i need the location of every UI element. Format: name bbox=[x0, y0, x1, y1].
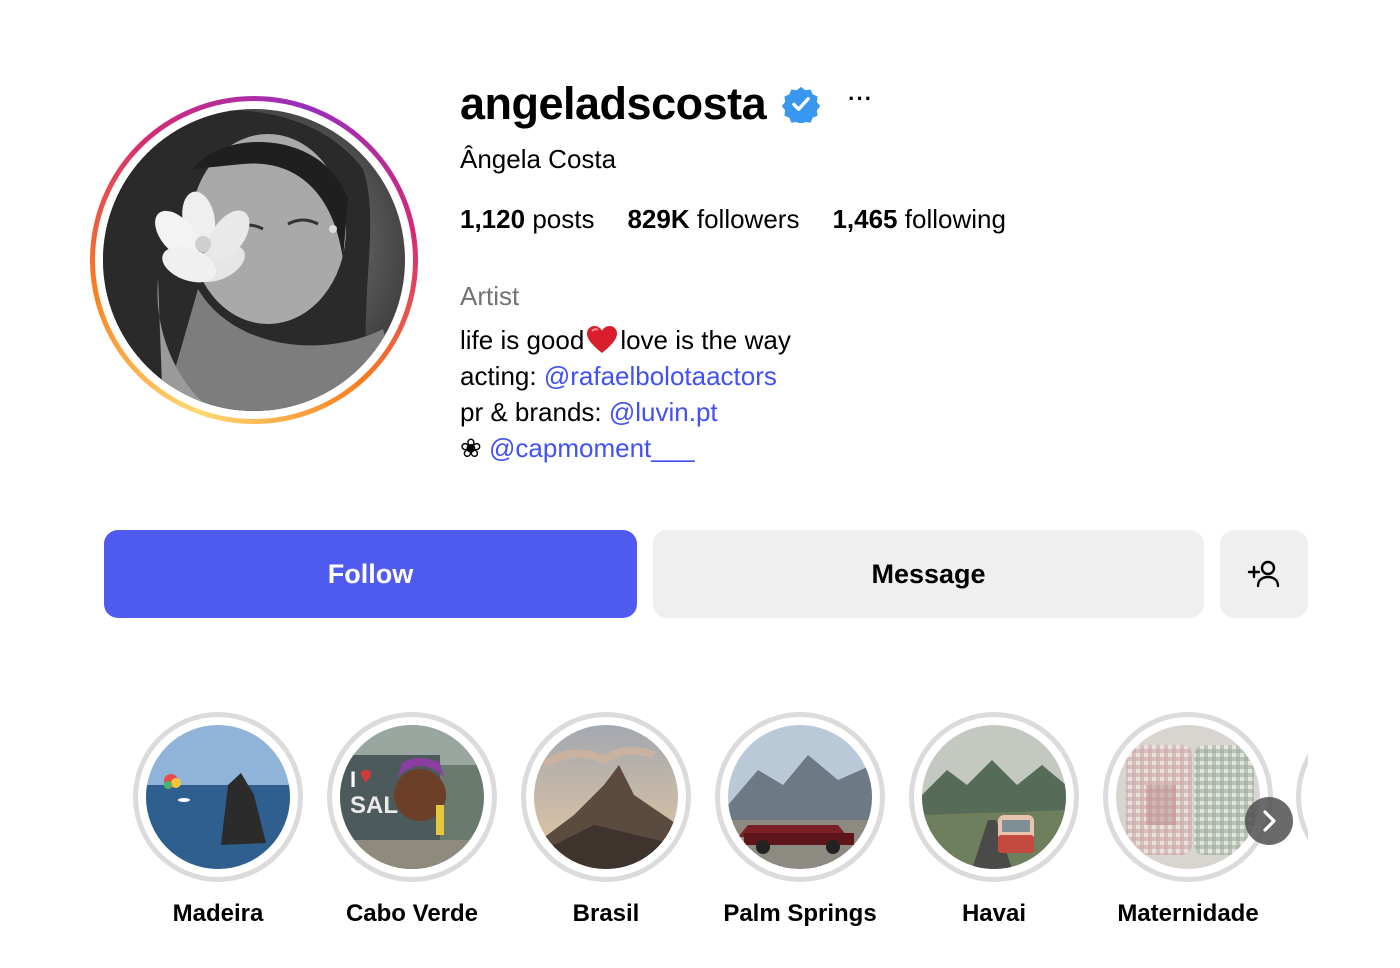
highlight-gap: I SAL bbox=[332, 717, 492, 877]
bio-line-2: acting: @rafaelbolotaactors bbox=[460, 358, 791, 394]
follow-button[interactable]: Follow bbox=[104, 530, 637, 618]
message-button[interactable]: Message bbox=[653, 530, 1204, 618]
highlight-ring: I SAL bbox=[327, 712, 497, 882]
highlight-cover bbox=[534, 725, 678, 869]
posts-label: posts bbox=[532, 204, 595, 234]
svg-text:I: I bbox=[350, 767, 356, 792]
profile-avatar-ring[interactable] bbox=[90, 96, 418, 424]
highlight-label: Havai bbox=[961, 900, 1027, 927]
highlight-gap bbox=[1108, 717, 1268, 877]
mention-link[interactable]: @capmoment___ bbox=[489, 433, 695, 463]
followers-stat[interactable]: 829K followers bbox=[627, 204, 799, 235]
svg-text:SAL: SAL bbox=[350, 792, 398, 819]
bio-text: ❀ bbox=[460, 433, 490, 463]
following-stat[interactable]: 1,465 following bbox=[832, 204, 1005, 235]
chevron-right-icon bbox=[1263, 810, 1276, 832]
posts-count: 1,120 bbox=[460, 204, 526, 234]
profile-bio: life is good love is the way acting: @raf… bbox=[460, 322, 791, 466]
highlight-ring bbox=[521, 712, 691, 882]
profile-category: Artist bbox=[460, 281, 520, 311]
add-person-icon bbox=[1247, 560, 1280, 588]
bio-text: acting: bbox=[460, 361, 544, 391]
mention-link[interactable]: @rafaelbolotaactors bbox=[544, 361, 777, 391]
following-label: following bbox=[904, 204, 1006, 234]
highlight-gap bbox=[914, 717, 1074, 877]
highlight-label: Cabo Verde bbox=[345, 900, 479, 927]
avatar-gap bbox=[95, 101, 413, 419]
more-options-icon[interactable]: ··· bbox=[848, 88, 873, 120]
highlight-label: Madeira bbox=[172, 900, 264, 927]
followers-label: followers bbox=[696, 204, 800, 234]
next-highlights-button[interactable] bbox=[1245, 797, 1293, 845]
followers-count: 829K bbox=[627, 204, 690, 234]
highlight-ring bbox=[1296, 712, 1308, 882]
highlight-label: Maternidade bbox=[1117, 900, 1259, 927]
bio-text: pr & brands: bbox=[460, 397, 609, 427]
highlight-cover bbox=[922, 725, 1066, 869]
red-heart-icon bbox=[587, 326, 618, 353]
bio-text: love is the way bbox=[620, 325, 791, 355]
highlight-label: Brasil bbox=[572, 900, 640, 927]
verified-badge-icon bbox=[782, 86, 821, 123]
highlight-cover bbox=[1116, 725, 1260, 869]
mention-link[interactable]: @luvin.pt bbox=[609, 397, 718, 427]
username-row: angeladscosta ··· bbox=[460, 76, 873, 132]
highlight-gap bbox=[526, 717, 686, 877]
bio-line-1: life is good love is the way bbox=[460, 322, 791, 358]
posts-stat[interactable]: 1,120 posts bbox=[460, 204, 594, 235]
profile-stats: 1,120 posts 829K followers 1,465 followi… bbox=[460, 204, 1039, 235]
highlight-ring bbox=[133, 712, 303, 882]
highlight-gap bbox=[720, 717, 880, 877]
full-name: Ângela Costa bbox=[460, 144, 617, 174]
highlight-label: Palm Springs bbox=[723, 900, 877, 927]
following-count: 1,465 bbox=[832, 204, 898, 234]
highlight-ring bbox=[909, 712, 1079, 882]
highlight-cover bbox=[146, 725, 290, 869]
username: angeladscosta bbox=[460, 78, 767, 129]
highlight-gap bbox=[138, 717, 298, 877]
highlight-cover: I SAL bbox=[340, 725, 484, 869]
profile-avatar[interactable] bbox=[103, 109, 405, 411]
highlight-cover bbox=[728, 725, 872, 869]
bio-line-3: pr & brands: @luvin.pt bbox=[460, 394, 791, 430]
highlight-item-partial[interactable] bbox=[1296, 712, 1308, 882]
bio-text: life is good bbox=[460, 325, 585, 355]
suggest-users-button[interactable] bbox=[1220, 530, 1308, 618]
bio-line-4: ❀ @capmoment___ bbox=[460, 430, 791, 466]
highlight-ring bbox=[1103, 712, 1273, 882]
highlight-ring bbox=[715, 712, 885, 882]
